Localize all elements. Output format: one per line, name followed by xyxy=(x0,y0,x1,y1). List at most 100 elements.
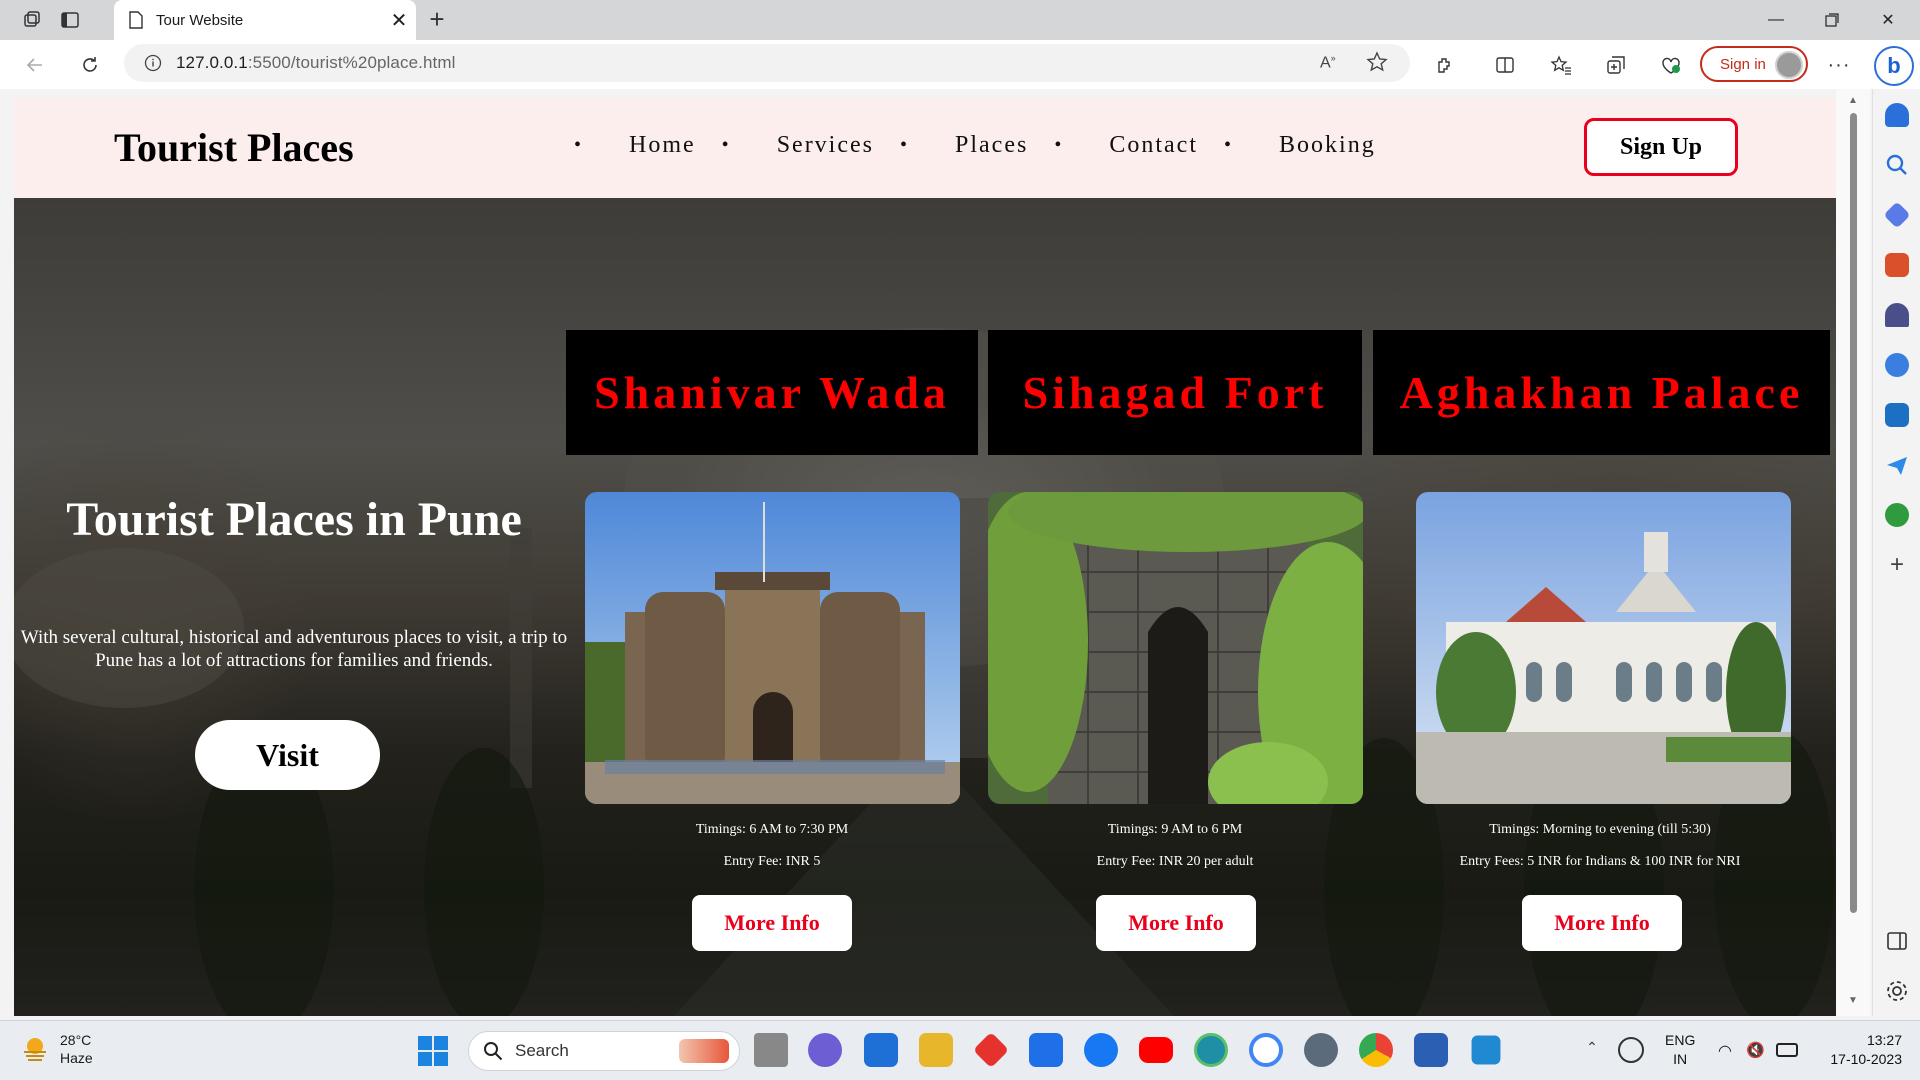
collections-icon[interactable] xyxy=(1603,52,1629,78)
more-info-button-aghakhan-palace[interactable]: More Info xyxy=(1522,895,1682,951)
place-heading-sihagad-fort: Sihagad Fort xyxy=(988,330,1362,455)
mute-speaker-icon[interactable]: 🔇 xyxy=(1746,1041,1768,1059)
nav-item-contact: • Contact xyxy=(1054,132,1224,159)
weather-description: Haze xyxy=(60,1050,93,1066)
more-info-button-shanivar-wada[interactable]: More Info xyxy=(692,895,852,951)
nav-link-contact[interactable]: Contact xyxy=(1109,132,1198,159)
minimize-button[interactable]: — xyxy=(1748,0,1804,40)
close-window-button[interactable]: ✕ xyxy=(1860,0,1916,40)
close-tab-icon[interactable]: ✕ xyxy=(382,8,416,33)
tree-icon[interactable] xyxy=(1885,503,1909,527)
split-screen-icon[interactable] xyxy=(1492,52,1518,78)
fee-sihagad-fort: Entry Fee: INR 20 per adult xyxy=(1096,854,1254,869)
favorite-star-icon[interactable] xyxy=(1366,51,1388,73)
file-explorer-icon[interactable] xyxy=(919,1033,953,1067)
show-hidden-icons[interactable]: ⌃ xyxy=(1580,1039,1604,1063)
youtube-icon[interactable] xyxy=(1139,1037,1173,1063)
weather-widget[interactable]: 28°C Haze xyxy=(20,1031,93,1067)
anydesk-icon[interactable] xyxy=(972,1031,1010,1069)
mail-icon[interactable] xyxy=(864,1033,898,1067)
favorites-icon[interactable] xyxy=(1548,52,1574,78)
bing-copilot-icon[interactable]: b xyxy=(1874,46,1914,86)
add-icon[interactable]: + xyxy=(1885,553,1909,577)
profile-sign-in-button[interactable]: Sign in xyxy=(1700,46,1808,82)
input-language[interactable]: ENG IN xyxy=(1665,1031,1695,1069)
google-icon[interactable] xyxy=(1249,1033,1283,1067)
scroll-up-arrow-icon[interactable]: ▲ xyxy=(1848,95,1858,106)
more-options-icon[interactable]: ··· xyxy=(1826,52,1852,78)
weather-temperature: 28°C xyxy=(60,1032,92,1048)
wifi-icon[interactable]: ◠ xyxy=(1718,1041,1740,1060)
taskbar-search-placeholder: Search xyxy=(515,1041,569,1060)
url-text: 127.0.0.1:5500/tourist%20place.html xyxy=(176,53,455,73)
tab-actions-icon[interactable] xyxy=(56,6,84,34)
nav-link-booking[interactable]: Booking xyxy=(1279,132,1376,159)
settings-gear-icon[interactable] xyxy=(1885,979,1909,1003)
hero-title: Tourist Places in Pune xyxy=(66,493,522,546)
shopping-tag-icon[interactable] xyxy=(1883,201,1911,229)
teams-chat-icon[interactable] xyxy=(808,1033,842,1067)
word-icon[interactable] xyxy=(1414,1033,1448,1067)
vscode-icon[interactable] xyxy=(1471,1035,1501,1065)
microsoft-365-icon[interactable] xyxy=(1885,353,1909,377)
nav-link-home[interactable]: Home xyxy=(629,132,696,159)
start-button[interactable] xyxy=(417,1035,451,1069)
nav-link-places[interactable]: Places xyxy=(955,132,1028,159)
nav-bullet: • xyxy=(900,134,910,156)
back-icon[interactable] xyxy=(22,52,48,78)
new-tab-button[interactable]: + xyxy=(422,5,452,35)
settings-app-icon[interactable] xyxy=(1304,1033,1338,1067)
browser-tab[interactable]: Tour Website ✕ xyxy=(114,0,416,40)
browser-essentials-icon[interactable] xyxy=(1658,52,1684,78)
visit-button[interactable]: Visit xyxy=(195,720,380,790)
dropbox-icon[interactable] xyxy=(1029,1033,1063,1067)
scroll-down-arrow-icon[interactable]: ▼ xyxy=(1848,995,1858,1006)
timings-sihagad-fort: Timings: 9 AM to 6 PM xyxy=(1107,822,1243,837)
windows-taskbar: 28°C Haze Search ⌃ ENG IN ◠ 🔇 13:27 17-10-2… xyxy=(0,1020,1920,1080)
edge-browser-icon[interactable] xyxy=(1194,1033,1228,1067)
url-path: :5500/tourist%20place.html xyxy=(247,53,456,72)
place-heading-aghakhan-palace: Aghakhan Palace xyxy=(1373,330,1830,455)
system-clock[interactable]: 13:27 17-10-2023 xyxy=(1812,1031,1902,1069)
region-code: IN xyxy=(1673,1051,1688,1067)
page-scrollbar[interactable]: ▲ ▼ xyxy=(1836,89,1870,1016)
tab-title: Tour Website xyxy=(156,11,244,29)
weather-haze-icon xyxy=(24,1038,46,1061)
search-highlight-icon xyxy=(679,1039,729,1063)
sidebar-toggle-icon[interactable] xyxy=(1885,929,1909,953)
notifications-bell-icon[interactable] xyxy=(1885,103,1909,127)
battery-icon[interactable] xyxy=(1776,1043,1798,1057)
search-icon[interactable] xyxy=(1885,153,1909,177)
sign-up-button[interactable]: Sign Up xyxy=(1584,118,1738,176)
nav-item-places: • Places xyxy=(900,132,1054,159)
fee-aghakhan-palace: Entry Fees: 5 INR for Indians & 100 INR … xyxy=(1459,854,1741,869)
site-brand: Tourist Places xyxy=(114,125,354,170)
outlook-icon[interactable] xyxy=(1885,403,1909,427)
lang-code: ENG xyxy=(1665,1032,1696,1048)
nav-link-services[interactable]: Services xyxy=(777,132,874,159)
games-icon[interactable] xyxy=(1885,303,1909,327)
tools-briefcase-icon[interactable] xyxy=(1885,253,1909,277)
chrome-icon[interactable] xyxy=(1359,1033,1393,1067)
nav-item-booking: • Booking xyxy=(1224,132,1402,159)
more-info-button-sihagad-fort[interactable]: More Info xyxy=(1096,895,1256,951)
taskbar-search[interactable]: Search xyxy=(468,1031,740,1071)
facebook-icon[interactable] xyxy=(1084,1033,1118,1067)
address-bar[interactable]: 127.0.0.1:5500/tourist%20place.html A» xyxy=(124,44,1410,82)
sync-icon[interactable] xyxy=(1618,1037,1644,1063)
aghakhan-palace-photo xyxy=(1416,492,1791,804)
clock-time: 13:27 xyxy=(1866,1032,1902,1048)
timings-aghakhan-palace: Timings: Morning to evening (till 5:30) xyxy=(1489,822,1711,837)
browser-tab-strip: Tour Website ✕ + — ✕ xyxy=(0,0,1920,40)
restore-button[interactable] xyxy=(1804,0,1860,40)
read-aloud-icon[interactable]: A» xyxy=(1320,53,1336,72)
task-view-icon[interactable] xyxy=(754,1033,788,1067)
scrollbar-thumb[interactable] xyxy=(1850,113,1857,913)
send-icon[interactable] xyxy=(1885,453,1909,477)
workspaces-icon[interactable] xyxy=(18,6,46,34)
site-info-icon[interactable] xyxy=(144,54,162,72)
page-icon xyxy=(129,11,143,29)
refresh-icon[interactable] xyxy=(77,52,103,78)
nav-bullet: • xyxy=(721,134,731,156)
extensions-icon[interactable] xyxy=(1432,52,1458,78)
